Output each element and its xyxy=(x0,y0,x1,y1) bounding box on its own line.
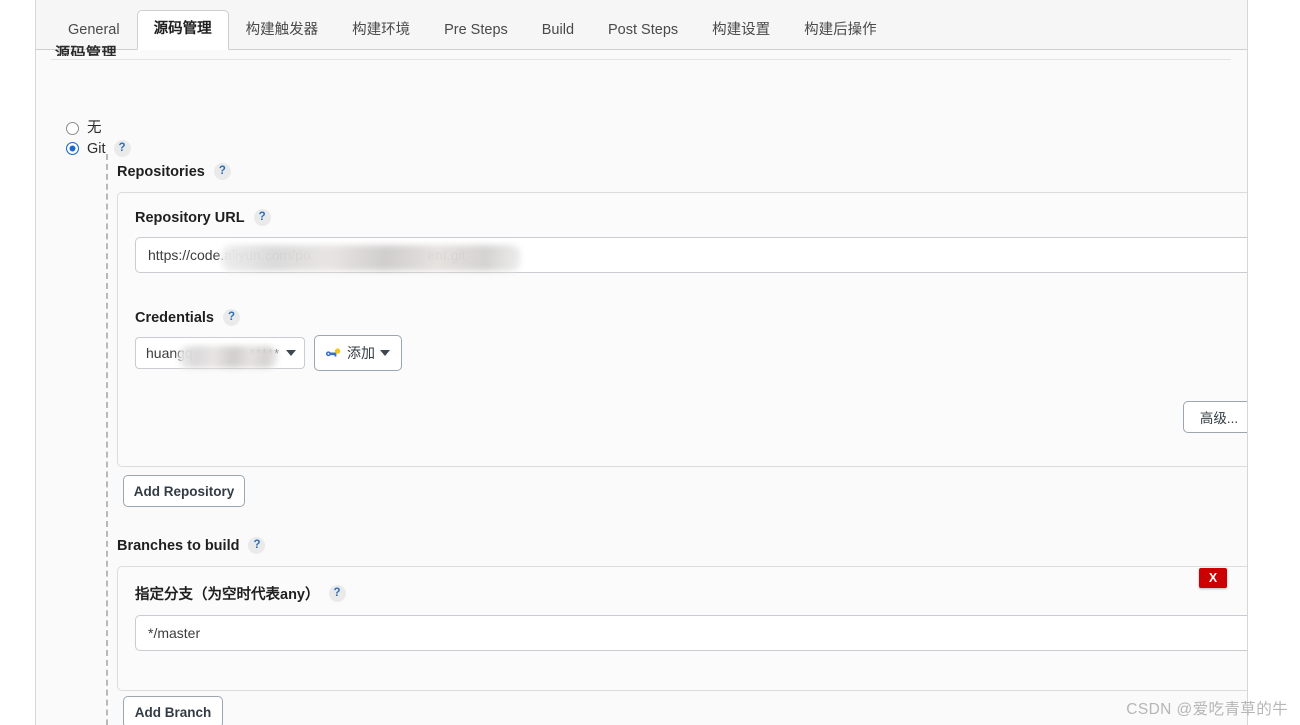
label-credentials-text: Credentials xyxy=(135,309,214,326)
watermark: CSDN @爱吃青草的牛 xyxy=(1126,701,1288,718)
add-branch-label: Add Branch xyxy=(134,704,212,720)
label-branch-specifier-text: 指定分支（为空时代表any） xyxy=(135,587,320,603)
config-tab-bar: General 源码管理 构建触发器 构建环境 Pre Steps Build … xyxy=(36,0,1247,50)
add-repository-label: Add Repository xyxy=(133,483,235,499)
help-icon-branches[interactable]: ? xyxy=(248,537,266,554)
tab-label: 构建设置 xyxy=(712,22,771,38)
tab-pre-steps[interactable]: Pre Steps xyxy=(427,11,525,50)
tab-label: Pre Steps xyxy=(444,22,508,38)
tab-build[interactable]: Build xyxy=(525,11,591,50)
tab-post-build-actions[interactable]: 构建后操作 xyxy=(787,11,894,50)
tab-build-settings[interactable]: 构建设置 xyxy=(695,11,787,50)
advanced-button-label: 高级... xyxy=(1199,411,1239,426)
section-divider xyxy=(51,59,1231,60)
label-repositories: Repositories ? xyxy=(117,163,231,180)
tab-build-triggers[interactable]: 构建触发器 xyxy=(229,11,336,50)
label-credentials: Credentials ? xyxy=(135,309,240,326)
tab-label: Build xyxy=(541,22,575,38)
tab-label: 构建后操作 xyxy=(804,22,877,38)
help-icon-repositories[interactable]: ? xyxy=(213,163,231,180)
radio-git-input[interactable] xyxy=(66,142,79,155)
advanced-button[interactable]: 高级... xyxy=(1183,401,1247,433)
add-credentials-label: 添加 xyxy=(347,345,375,361)
key-icon xyxy=(326,347,342,359)
branch-specifier-input[interactable] xyxy=(135,615,1247,651)
radio-option-git[interactable]: Git ? xyxy=(66,140,131,157)
help-icon-repository-url[interactable]: ? xyxy=(253,209,271,226)
tab-post-steps[interactable]: Post Steps xyxy=(591,11,695,50)
help-icon-branch-specifier[interactable]: ? xyxy=(328,585,346,602)
tab-label: Post Steps xyxy=(608,22,679,38)
branch-card: 指定分支（为空时代表any） ? xyxy=(117,566,1247,691)
add-repository-button[interactable]: Add Repository xyxy=(123,475,245,507)
radio-none-label: 无 xyxy=(87,120,102,136)
repository-url-input[interactable] xyxy=(135,237,1247,273)
chevron-down-icon xyxy=(286,350,296,356)
scm-form-body: 源码管理 无 Git ? Repositories ? Repository U… xyxy=(36,45,1247,725)
label-repository-url-text: Repository URL xyxy=(135,209,245,226)
credentials-select-masked: ***** xyxy=(249,345,280,361)
label-branches-to-build-text: Branches to build xyxy=(117,537,240,554)
section-heading-scm: 源码管理 xyxy=(55,45,118,56)
help-icon-credentials[interactable]: ? xyxy=(222,309,240,326)
nesting-guide-line xyxy=(106,154,108,725)
add-credentials-button[interactable]: 添加 xyxy=(314,335,402,371)
label-branch-specifier: 指定分支（为空时代表any） ? xyxy=(135,583,346,604)
delete-branch-label: X xyxy=(1208,570,1218,585)
tab-source-code-management[interactable]: 源码管理 xyxy=(136,10,229,50)
credentials-select[interactable]: huangq ***** xyxy=(135,337,305,369)
repository-card: Repository URL ? Credentials ? huangq **… xyxy=(117,192,1247,467)
add-branch-button[interactable]: Add Branch xyxy=(123,696,223,725)
credentials-select-value: huangq xyxy=(146,345,193,361)
tab-label: 源码管理 xyxy=(153,21,212,37)
config-content-panel: General 源码管理 构建触发器 构建环境 Pre Steps Build … xyxy=(35,0,1248,725)
radio-git-label: Git xyxy=(87,140,106,157)
jenkins-job-config-page: General 源码管理 构建触发器 构建环境 Pre Steps Build … xyxy=(0,0,1300,725)
radio-none-input[interactable] xyxy=(66,121,79,135)
tab-label: 构建环境 xyxy=(352,22,411,38)
tab-label: General xyxy=(68,22,120,38)
tab-label: 构建触发器 xyxy=(245,22,319,38)
tab-build-environment[interactable]: 构建环境 xyxy=(335,11,427,50)
label-branches-to-build: Branches to build ? xyxy=(117,537,266,554)
help-icon-git[interactable]: ? xyxy=(113,140,131,157)
delete-branch-button[interactable]: X xyxy=(1199,568,1227,588)
label-repository-url: Repository URL ? xyxy=(135,209,271,226)
chevron-down-icon-add-credentials xyxy=(380,350,390,356)
radio-option-none[interactable]: 无 xyxy=(66,120,102,136)
label-repositories-text: Repositories xyxy=(117,163,205,180)
